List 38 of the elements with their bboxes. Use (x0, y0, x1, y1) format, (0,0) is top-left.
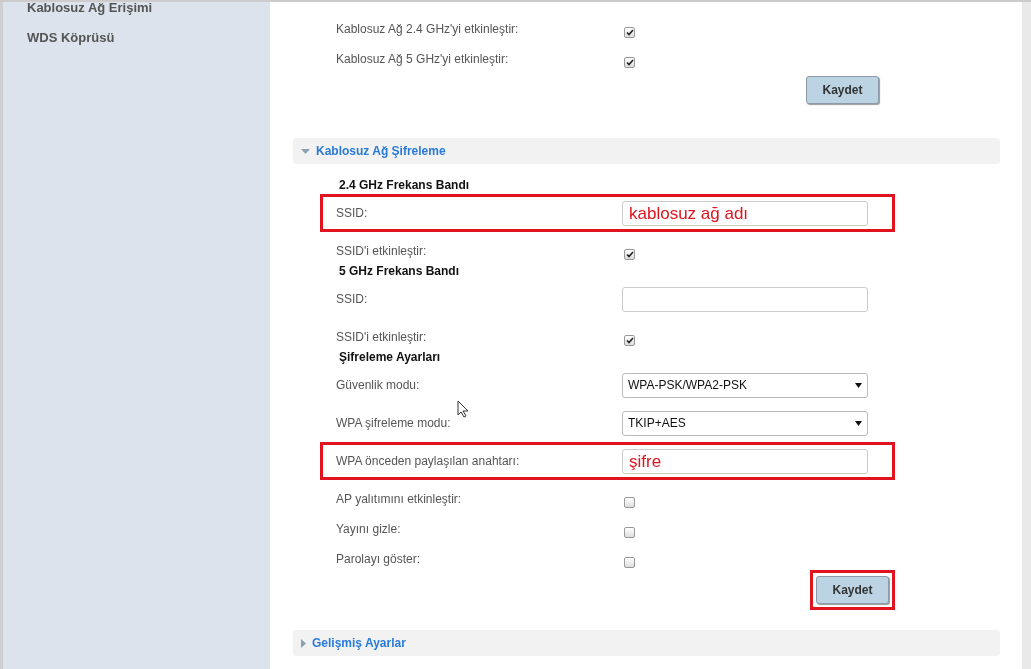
checkbox[interactable] (624, 557, 635, 568)
field-label: AP yalıtımını etkinleştir: (336, 492, 462, 506)
checkbox[interactable] (624, 57, 635, 68)
expanded-triangle-icon (301, 148, 310, 154)
section-subheading: Şifreleme Ayarları (339, 349, 441, 366)
checkbox[interactable] (624, 497, 635, 508)
section-header[interactable]: Gelişmiş Ayarlar (293, 630, 1000, 656)
input-field[interactable]: şifre (622, 448, 868, 474)
field-label: SSID: (336, 292, 368, 306)
input-field[interactable]: kablosuz ağ adı (622, 200, 868, 226)
caret-icon (855, 420, 862, 426)
save-button[interactable]: Kaydet (806, 76, 879, 104)
checkbox[interactable] (624, 249, 635, 260)
checkbox[interactable] (624, 527, 635, 538)
field-label: WPA önceden paylaşılan anahtarı: (336, 454, 520, 468)
field-label: WPA şifreleme modu: (336, 416, 451, 430)
field-label: Yayını gizle: (336, 522, 401, 536)
section-header[interactable]: Kablosuz Ağ Şifreleme (293, 138, 1000, 164)
field-label: Güvenlik modu: (336, 378, 420, 392)
input-field[interactable] (622, 286, 868, 312)
save-button[interactable]: Kaydet (816, 576, 889, 604)
section-subheading: 5 GHz Frekans Bandı (339, 263, 460, 280)
collapsed-triangle-icon (301, 638, 306, 648)
sidebar-item[interactable]: Kablosuz Ağ Erişimi (27, 0, 270, 30)
field-label: SSID'i etkinleştir: (336, 330, 427, 344)
mouse-cursor-icon (457, 400, 469, 418)
dropdown[interactable]: WPA-PSK/WPA2-PSK (622, 372, 868, 398)
field-label: Kablosuz Ağ 5 GHz'yi etkinleştir: (336, 52, 509, 66)
checkbox[interactable] (624, 27, 635, 38)
section-subheading: 2.4 GHz Frekans Bandı (339, 177, 470, 194)
checkbox[interactable] (624, 335, 635, 346)
field-label: SSID: (336, 206, 368, 220)
caret-icon (855, 382, 862, 388)
dropdown[interactable]: TKIP+AES (622, 410, 868, 436)
field-label: Kablosuz Ağ 2.4 GHz'yi etkinleştir: (336, 22, 519, 36)
field-label: SSID'i etkinleştir: (336, 244, 427, 258)
field-label: Parolayı göster: (336, 552, 421, 566)
sidebar-item[interactable]: WDS Köprüsü (27, 30, 270, 60)
